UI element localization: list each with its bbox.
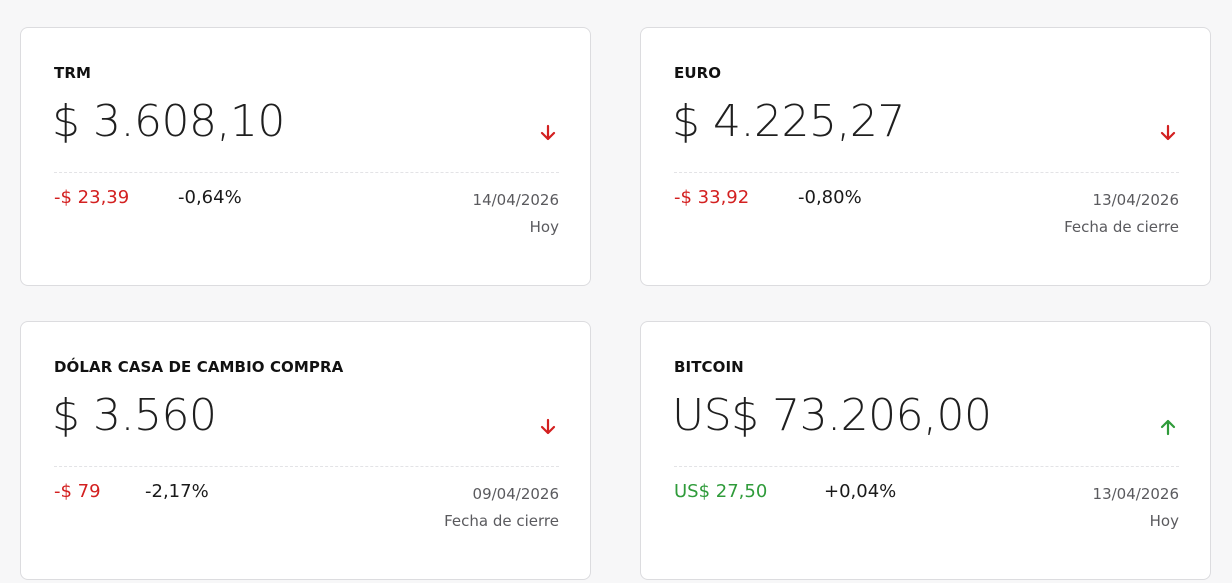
arrow-down-icon	[537, 416, 559, 438]
card-value: US$ 73.206,00	[672, 390, 992, 441]
change-amount: US$ 27,50	[674, 481, 768, 502]
divider	[54, 466, 559, 467]
card-title: EURO	[674, 64, 722, 82]
card-value: $ 3.560	[52, 390, 217, 441]
divider	[674, 466, 1179, 467]
date: 13/04/2026	[1092, 191, 1179, 209]
date-note: Hoy	[529, 218, 559, 236]
card-title: TRM	[54, 64, 92, 82]
change-percent: +0,04%	[824, 481, 897, 502]
divider	[54, 172, 559, 173]
arrow-down-icon	[537, 122, 559, 144]
date-note: Hoy	[1149, 512, 1179, 530]
rate-card-euro[interactable]: EURO $ 4.225,27 -$ 33,92 -0,80% 13/04/20…	[640, 27, 1211, 286]
date-note: Fecha de cierre	[1064, 218, 1179, 236]
arrow-up-icon	[1157, 416, 1179, 438]
card-title: BITCOIN	[674, 358, 744, 376]
change-amount: -$ 33,92	[674, 187, 750, 208]
date-note: Fecha de cierre	[444, 512, 559, 530]
arrow-down-icon	[1157, 122, 1179, 144]
card-value: $ 4.225,27	[672, 96, 905, 147]
card-value: $ 3.608,10	[52, 96, 285, 147]
rate-card-bitcoin[interactable]: BITCOIN US$ 73.206,00 US$ 27,50 +0,04% 1…	[640, 321, 1211, 580]
date: 09/04/2026	[472, 485, 559, 503]
date: 14/04/2026	[472, 191, 559, 209]
divider	[674, 172, 1179, 173]
change-amount: -$ 79	[54, 481, 101, 502]
rate-card-dolar-casa-de-cambio-compra[interactable]: DÓLAR CASA DE CAMBIO COMPRA $ 3.560 -$ 7…	[20, 321, 591, 580]
card-title: DÓLAR CASA DE CAMBIO COMPRA	[54, 358, 344, 376]
rate-card-trm[interactable]: TRM $ 3.608,10 -$ 23,39 -0,64% 14/04/202…	[20, 27, 591, 286]
change-percent: -0,80%	[798, 187, 862, 208]
date: 13/04/2026	[1092, 485, 1179, 503]
change-percent: -2,17%	[145, 481, 209, 502]
change-percent: -0,64%	[178, 187, 242, 208]
change-amount: -$ 23,39	[54, 187, 130, 208]
